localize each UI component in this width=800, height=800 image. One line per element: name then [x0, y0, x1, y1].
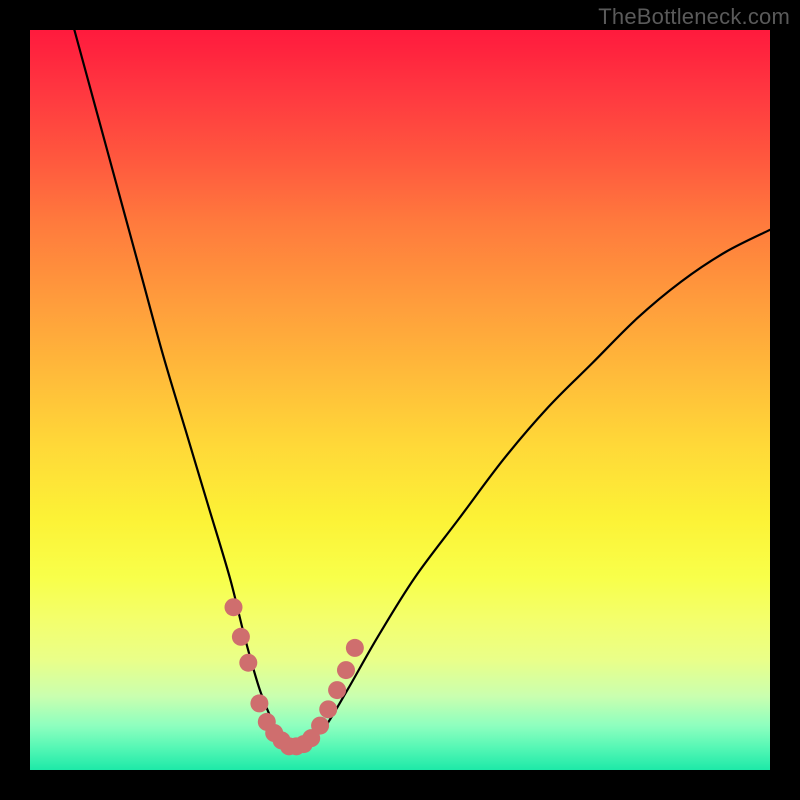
highlight-dot [239, 654, 257, 672]
watermark-text: TheBottleneck.com [598, 4, 790, 30]
highlight-dot [319, 700, 337, 718]
highlight-dot [250, 694, 268, 712]
bottleneck-curve [74, 30, 770, 748]
highlight-dot [225, 598, 243, 616]
highlight-markers [225, 598, 364, 755]
highlight-dot [232, 628, 250, 646]
chart-frame: TheBottleneck.com [0, 0, 800, 800]
highlight-dot [337, 661, 355, 679]
highlight-dot [311, 717, 329, 735]
highlight-dot [328, 681, 346, 699]
chart-svg [30, 30, 770, 770]
highlight-dot [346, 639, 364, 657]
plot-area [30, 30, 770, 770]
